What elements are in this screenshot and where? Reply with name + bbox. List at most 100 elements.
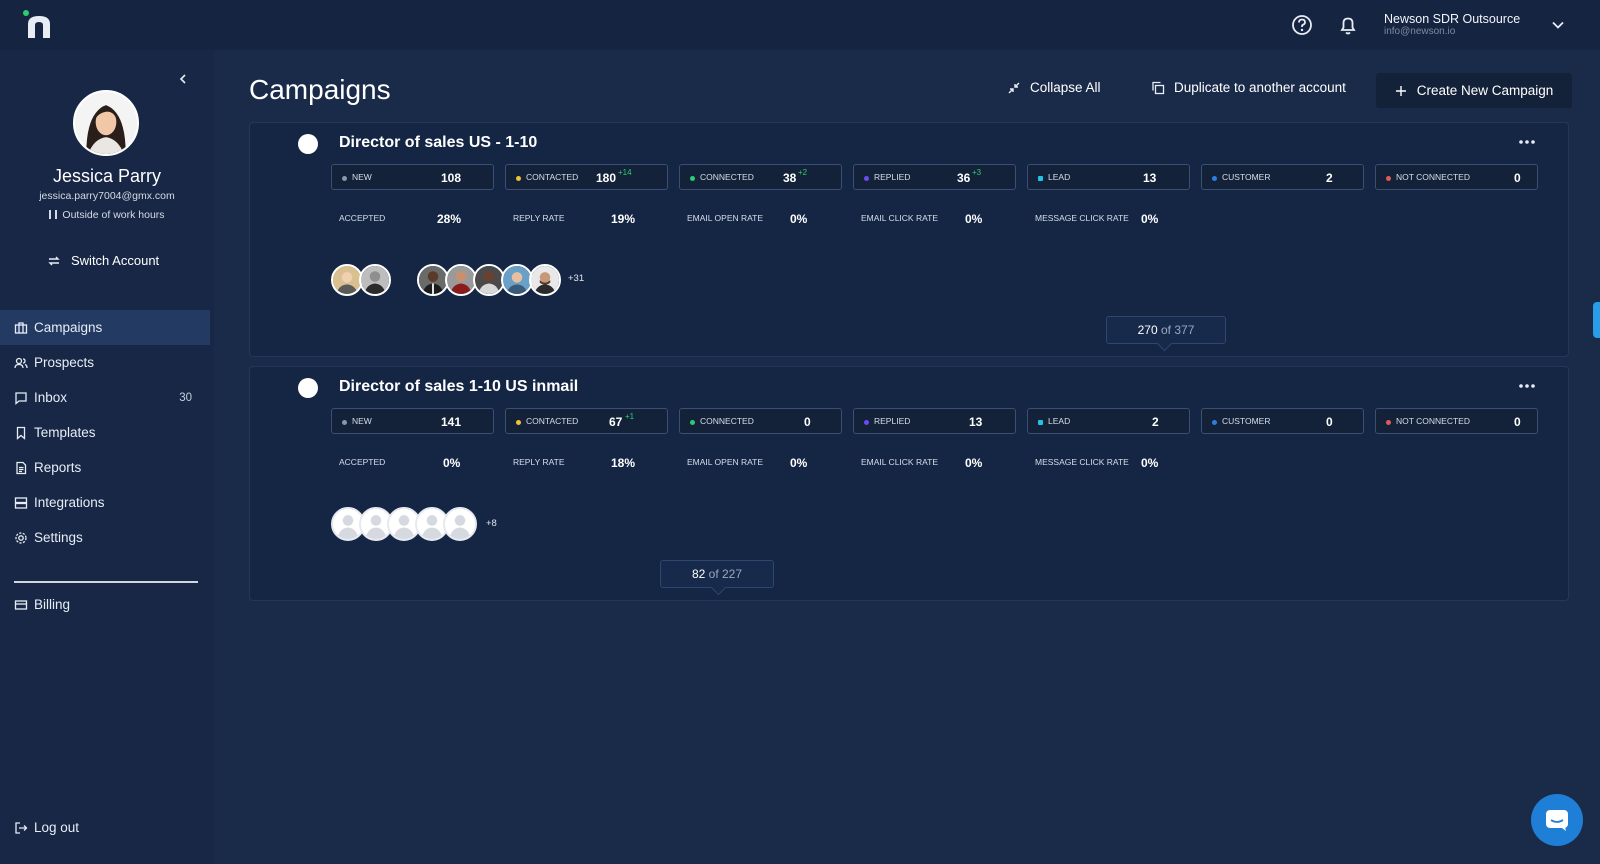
status-dot	[342, 176, 347, 181]
chat-icon	[15, 391, 27, 405]
stage-not-connected[interactable]: NOT CONNECTED 0	[1375, 408, 1538, 434]
account-name[interactable]: Newson SDR Outsource	[1384, 12, 1520, 26]
plus-icon	[1395, 85, 1406, 96]
rate-value: 18%	[611, 456, 636, 470]
stage-new[interactable]: NEW 108	[331, 164, 494, 190]
user-avatar[interactable]	[73, 90, 139, 156]
nav-item-prospects[interactable]: Prospects	[0, 345, 214, 380]
stage-lead[interactable]: LEAD 13	[1027, 164, 1190, 190]
document-icon	[16, 461, 27, 474]
top-bar: Newson SDR Outsource info@newson.io	[0, 0, 1600, 50]
stage-connected[interactable]: CONNECTED 0	[679, 408, 842, 434]
stage-customer[interactable]: CUSTOMER 0	[1201, 408, 1364, 434]
progress-done: 270	[1137, 323, 1158, 337]
rate-value: 0%	[1141, 456, 1159, 470]
stage-new[interactable]: NEW 141	[331, 408, 494, 434]
stage-not-connected[interactable]: NOT CONNECTED 0	[1375, 164, 1538, 190]
nav-item-billing[interactable]: Billing	[0, 587, 214, 622]
users-icon	[14, 357, 28, 368]
main-nav: Campaigns Prospects Inbox 30 Templates R…	[0, 310, 214, 555]
rate-label: MESSAGE CLICK RATE	[1035, 457, 1129, 467]
status-dot	[690, 176, 695, 181]
rate-label: REPLY RATE	[513, 457, 565, 467]
prospect-avatar[interactable]	[529, 264, 561, 296]
status-dot	[516, 176, 521, 181]
prospect-avatar[interactable]	[359, 264, 391, 296]
campaign-card[interactable]: Director of sales 1-10 US inmail NEW 141 …	[249, 366, 1569, 601]
status-dot	[1038, 420, 1043, 425]
more-options-icon[interactable]	[1518, 383, 1536, 389]
rate-label: MESSAGE CLICK RATE	[1035, 213, 1129, 223]
placeholder-avatar[interactable]	[443, 507, 477, 541]
nav-item-campaigns[interactable]: Campaigns	[0, 310, 210, 345]
stage-lead[interactable]: LEAD 2	[1027, 408, 1190, 434]
rate-label: EMAIL CLICK RATE	[861, 213, 938, 223]
rate-label: EMAIL CLICK RATE	[861, 457, 938, 467]
bookmark-icon	[16, 426, 26, 440]
status-dot	[1038, 176, 1043, 181]
duplicate-button[interactable]: Duplicate to another account	[1151, 80, 1346, 95]
status-dot	[864, 420, 869, 425]
chevron-down-icon[interactable]	[1550, 17, 1566, 33]
create-campaign-button[interactable]: Create New Campaign	[1376, 73, 1572, 108]
nav-item-inbox[interactable]: Inbox 30	[0, 380, 214, 415]
rate-value: 28%	[437, 212, 462, 226]
swap-icon	[48, 256, 60, 265]
nav-item-reports[interactable]: Reports	[0, 450, 214, 485]
logout-button[interactable]: Log out	[14, 820, 79, 835]
chevron-left-icon[interactable]	[176, 72, 190, 86]
nav-item-templates[interactable]: Templates	[0, 415, 214, 450]
briefcase-icon	[14, 321, 28, 334]
stage-replied[interactable]: REPLIED 13	[853, 408, 1016, 434]
rate-label: EMAIL OPEN RATE	[687, 457, 764, 467]
status-dot	[342, 420, 347, 425]
work-hours-status: Outside of work hours	[0, 209, 214, 221]
logout-icon	[15, 821, 28, 834]
status-dot	[1386, 176, 1391, 181]
campaign-title[interactable]: Director of sales US - 1-10	[339, 134, 537, 152]
rate-label: REPLY RATE	[513, 213, 565, 223]
status-dot	[864, 176, 869, 181]
campaign-card[interactable]: Director of sales US - 1-10 NEW 108 CONTA…	[249, 122, 1569, 357]
user-name: Jessica Parry	[52, 166, 162, 186]
credit-card-icon	[14, 599, 28, 610]
side-panel-tab[interactable]	[1593, 302, 1600, 338]
sidebar: Jessica Parry jessica.parry7004@gmx.com …	[0, 50, 214, 864]
stage-contacted[interactable]: CONTACTED 180 +14	[505, 164, 668, 190]
rate-label: EMAIL OPEN RATE	[687, 213, 764, 223]
campaign-title[interactable]: Director of sales 1-10 US inmail	[339, 378, 578, 396]
switch-account-button[interactable]: Switch Account	[47, 253, 159, 268]
chat-bubble-icon	[1546, 810, 1568, 831]
more-options-icon[interactable]	[1518, 139, 1536, 145]
rate-label: ACCEPTED	[339, 213, 386, 223]
bell-icon[interactable]	[1337, 14, 1359, 36]
campaign-toggle[interactable]	[298, 378, 318, 398]
more-avatars-count[interactable]: +8	[486, 518, 497, 529]
stage-contacted[interactable]: CONTACTED 67 +1	[505, 408, 668, 434]
stage-customer[interactable]: CUSTOMER 2	[1201, 164, 1364, 190]
nav-item-integrations[interactable]: Integrations	[0, 485, 214, 520]
stage-replied[interactable]: REPLIED 36 +3	[853, 164, 1016, 190]
collapse-icon	[1008, 82, 1020, 93]
nav-item-settings[interactable]: Settings	[0, 520, 214, 555]
campaign-toggle[interactable]	[298, 134, 318, 154]
chat-widget-button[interactable]	[1531, 794, 1583, 846]
rate-value: 0%	[443, 456, 461, 470]
progress-indicator: 82 of 227	[660, 560, 774, 588]
help-icon[interactable]	[1291, 14, 1313, 36]
rate-value: 0%	[965, 456, 983, 470]
pause-icon	[49, 210, 58, 219]
progress-total: of 377	[1161, 323, 1195, 337]
app-logo[interactable]	[22, 10, 56, 40]
more-avatars-count[interactable]: +31	[568, 273, 584, 284]
page-title: Campaigns	[249, 74, 391, 105]
rate-label: ACCEPTED	[339, 457, 386, 467]
progress-total: of 227	[708, 567, 743, 581]
collapse-all-button[interactable]: Collapse All	[1007, 80, 1101, 95]
status-dot	[516, 420, 521, 425]
gear-icon	[15, 531, 27, 544]
progress-indicator: 270 of 377	[1106, 316, 1226, 344]
rate-value: 19%	[611, 212, 636, 226]
stage-connected[interactable]: CONNECTED 38 +2	[679, 164, 842, 190]
rate-value: 0%	[965, 212, 983, 226]
